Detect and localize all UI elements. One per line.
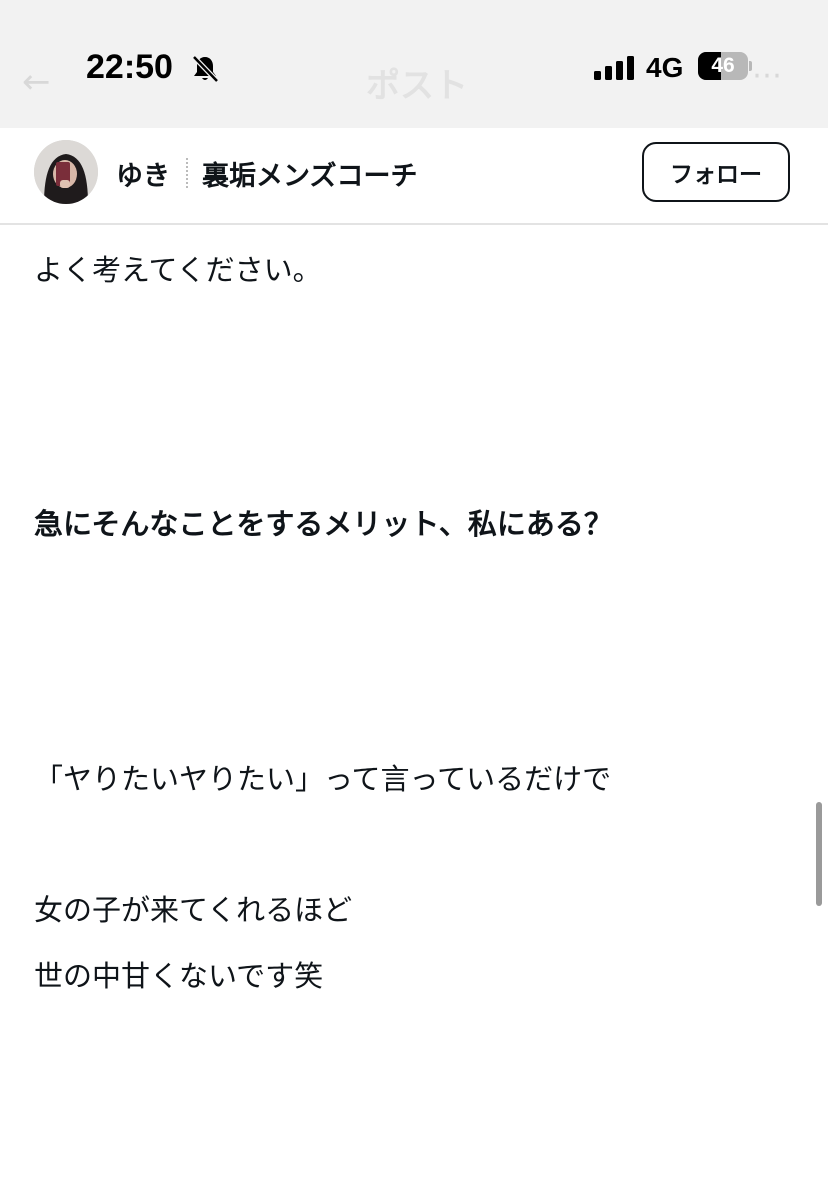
scrollbar[interactable] xyxy=(816,802,822,906)
author-name[interactable]: ゆき xyxy=(116,154,170,193)
post-author-header: ゆき 裏垢メンズコーチ フォロー xyxy=(0,128,828,225)
follow-button[interactable]: フォロー xyxy=(642,142,790,202)
article-paragraph: 世の中甘くないです笑 xyxy=(34,959,324,993)
battery-icon: 46 xyxy=(698,52,752,80)
article-paragraph: 「ヤりたいヤりたい」って言っているだけで xyxy=(34,762,612,796)
status-bar: ← ポスト ⋯ 22:50 4G 46 xyxy=(0,0,828,128)
article-paragraph: よく考えてください。 xyxy=(34,253,322,287)
name-divider xyxy=(186,158,188,188)
cellular-signal-icon xyxy=(594,56,634,80)
bell-slash-icon xyxy=(192,55,219,83)
article-paragraph-bold: 急にそんなことをするメリット、私にある？ xyxy=(34,507,613,541)
status-time: 22:50 xyxy=(86,48,173,86)
avatar[interactable] xyxy=(34,140,98,204)
nav-title: ポスト xyxy=(366,66,468,106)
network-type: 4G xyxy=(646,52,684,83)
article-paragraph: 女の子が来てくれるほど xyxy=(34,893,353,927)
author-title[interactable]: 裏垢メンズコーチ xyxy=(202,154,417,193)
battery-level: 46 xyxy=(711,54,735,77)
more-icon[interactable]: ⋯ xyxy=(752,58,784,93)
back-arrow-icon[interactable]: ← xyxy=(22,62,51,102)
